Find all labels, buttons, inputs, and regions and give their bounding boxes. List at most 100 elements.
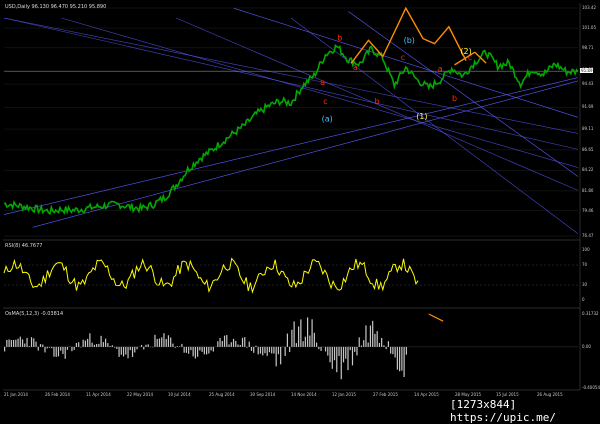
x-tick-label: 10 Jul 2014 [168, 392, 191, 397]
osma-bar [352, 347, 353, 366]
y-tick-label: 84.22 [582, 167, 593, 172]
osma-bar [29, 346, 30, 347]
osma-bar [316, 343, 317, 347]
osma-bar [186, 347, 187, 353]
osma-bar [38, 347, 39, 351]
osma-bar [136, 347, 137, 349]
osma-bar [103, 342, 104, 347]
osma-bar [6, 340, 7, 347]
watermark: [1273x844] https://upic.me/ [450, 398, 600, 424]
osma-bar [121, 347, 122, 355]
x-tick-label: 26 Aug 2015 [537, 392, 563, 397]
osma-bar [188, 347, 189, 354]
osma-bar [40, 344, 41, 347]
osma-bar [314, 333, 315, 347]
osma-bar [109, 346, 110, 347]
osma-bar [395, 347, 396, 358]
wave-label: a [320, 78, 325, 87]
osma-bar [289, 347, 290, 352]
osma-bar [56, 347, 57, 357]
osma-bar [370, 325, 371, 346]
osma-bar [101, 336, 102, 347]
osma-bar [175, 347, 176, 348]
osma-bar [255, 346, 256, 347]
osma-bar [386, 347, 387, 349]
osma-bar [336, 347, 337, 372]
osma-bar [47, 347, 48, 348]
x-tick-label: 14 Apr 2015 [414, 392, 439, 397]
osma-bar [372, 321, 373, 347]
osma-bar [154, 335, 155, 347]
osma-bar [172, 344, 173, 347]
osma-bar [17, 339, 18, 347]
osma-bar [287, 334, 288, 347]
osma-bar [320, 347, 321, 351]
x-tick-label: 12 Jan 2015 [332, 392, 356, 397]
osma-bar [334, 347, 335, 360]
osma-bar [233, 339, 234, 347]
osma-bar [356, 347, 357, 356]
osma-bar [406, 347, 407, 355]
chart-root: bacabcabc(a)(b)(1)(2) USD,Daily 96.130 9… [0, 0, 600, 417]
osma-bar [204, 347, 205, 354]
osma-bar [159, 338, 160, 346]
osma-bar [390, 347, 391, 354]
osma-bar [74, 347, 75, 350]
osma-bar [22, 339, 23, 346]
osma-bar [130, 347, 131, 350]
wave-label: a [353, 63, 358, 72]
osma-bar [311, 319, 312, 347]
osma-bar [92, 343, 93, 347]
osma-bar [24, 344, 25, 347]
y-tick-label: 103.42 [582, 5, 596, 10]
osma-bar [404, 347, 405, 377]
osma-bar [401, 347, 402, 371]
osma-bar [71, 347, 72, 351]
wave-label: (2) [460, 47, 471, 56]
osma-bar [365, 325, 366, 346]
wave-label: b [337, 33, 342, 42]
wave-label: b [452, 94, 457, 103]
osma-bar [179, 346, 180, 347]
osma-bar [264, 347, 265, 353]
osma-bar [399, 347, 400, 371]
osma-bar [260, 347, 261, 354]
osma-bar [271, 347, 272, 354]
osma-bar [51, 347, 52, 348]
osma-bar [318, 347, 319, 349]
y-tick-label: 79.46 [582, 208, 593, 213]
osma-bar [166, 339, 167, 347]
osma-bar [332, 347, 333, 369]
osma-bar [383, 345, 384, 347]
wave-label: b [375, 97, 380, 106]
osma-bar [258, 347, 259, 355]
osma-bar [350, 347, 351, 350]
osma-bar [222, 341, 223, 347]
osma-bar [354, 347, 355, 352]
osma-bar [291, 330, 292, 347]
osma-bar [44, 347, 45, 353]
wave-label: (a) [322, 115, 333, 124]
osma-bar [161, 337, 162, 347]
osma-bar [309, 336, 310, 347]
osma-bar [132, 347, 133, 357]
osma-bar [269, 347, 270, 352]
osma-bar [341, 347, 342, 379]
y-tick-label: 91.69 [582, 104, 593, 109]
osma-bar [244, 337, 245, 347]
osma-bar [190, 347, 191, 350]
osma-bar [193, 347, 194, 356]
x-tick-label: 30 Sep 2014 [250, 392, 275, 397]
osma-bar [89, 333, 90, 347]
osma-bar [42, 345, 43, 347]
osma-bar [26, 338, 27, 347]
osma-bar [148, 344, 149, 347]
osma-bar [49, 347, 50, 348]
y-tick-label: 70 [582, 262, 587, 267]
osma-bar [280, 347, 281, 364]
osma-bar [267, 347, 268, 356]
chart-svg: bacabcabc(a)(b)(1)(2) [0, 0, 600, 417]
osma-bar [67, 347, 68, 350]
osma-bar [235, 341, 236, 347]
osma-bar [127, 347, 128, 358]
